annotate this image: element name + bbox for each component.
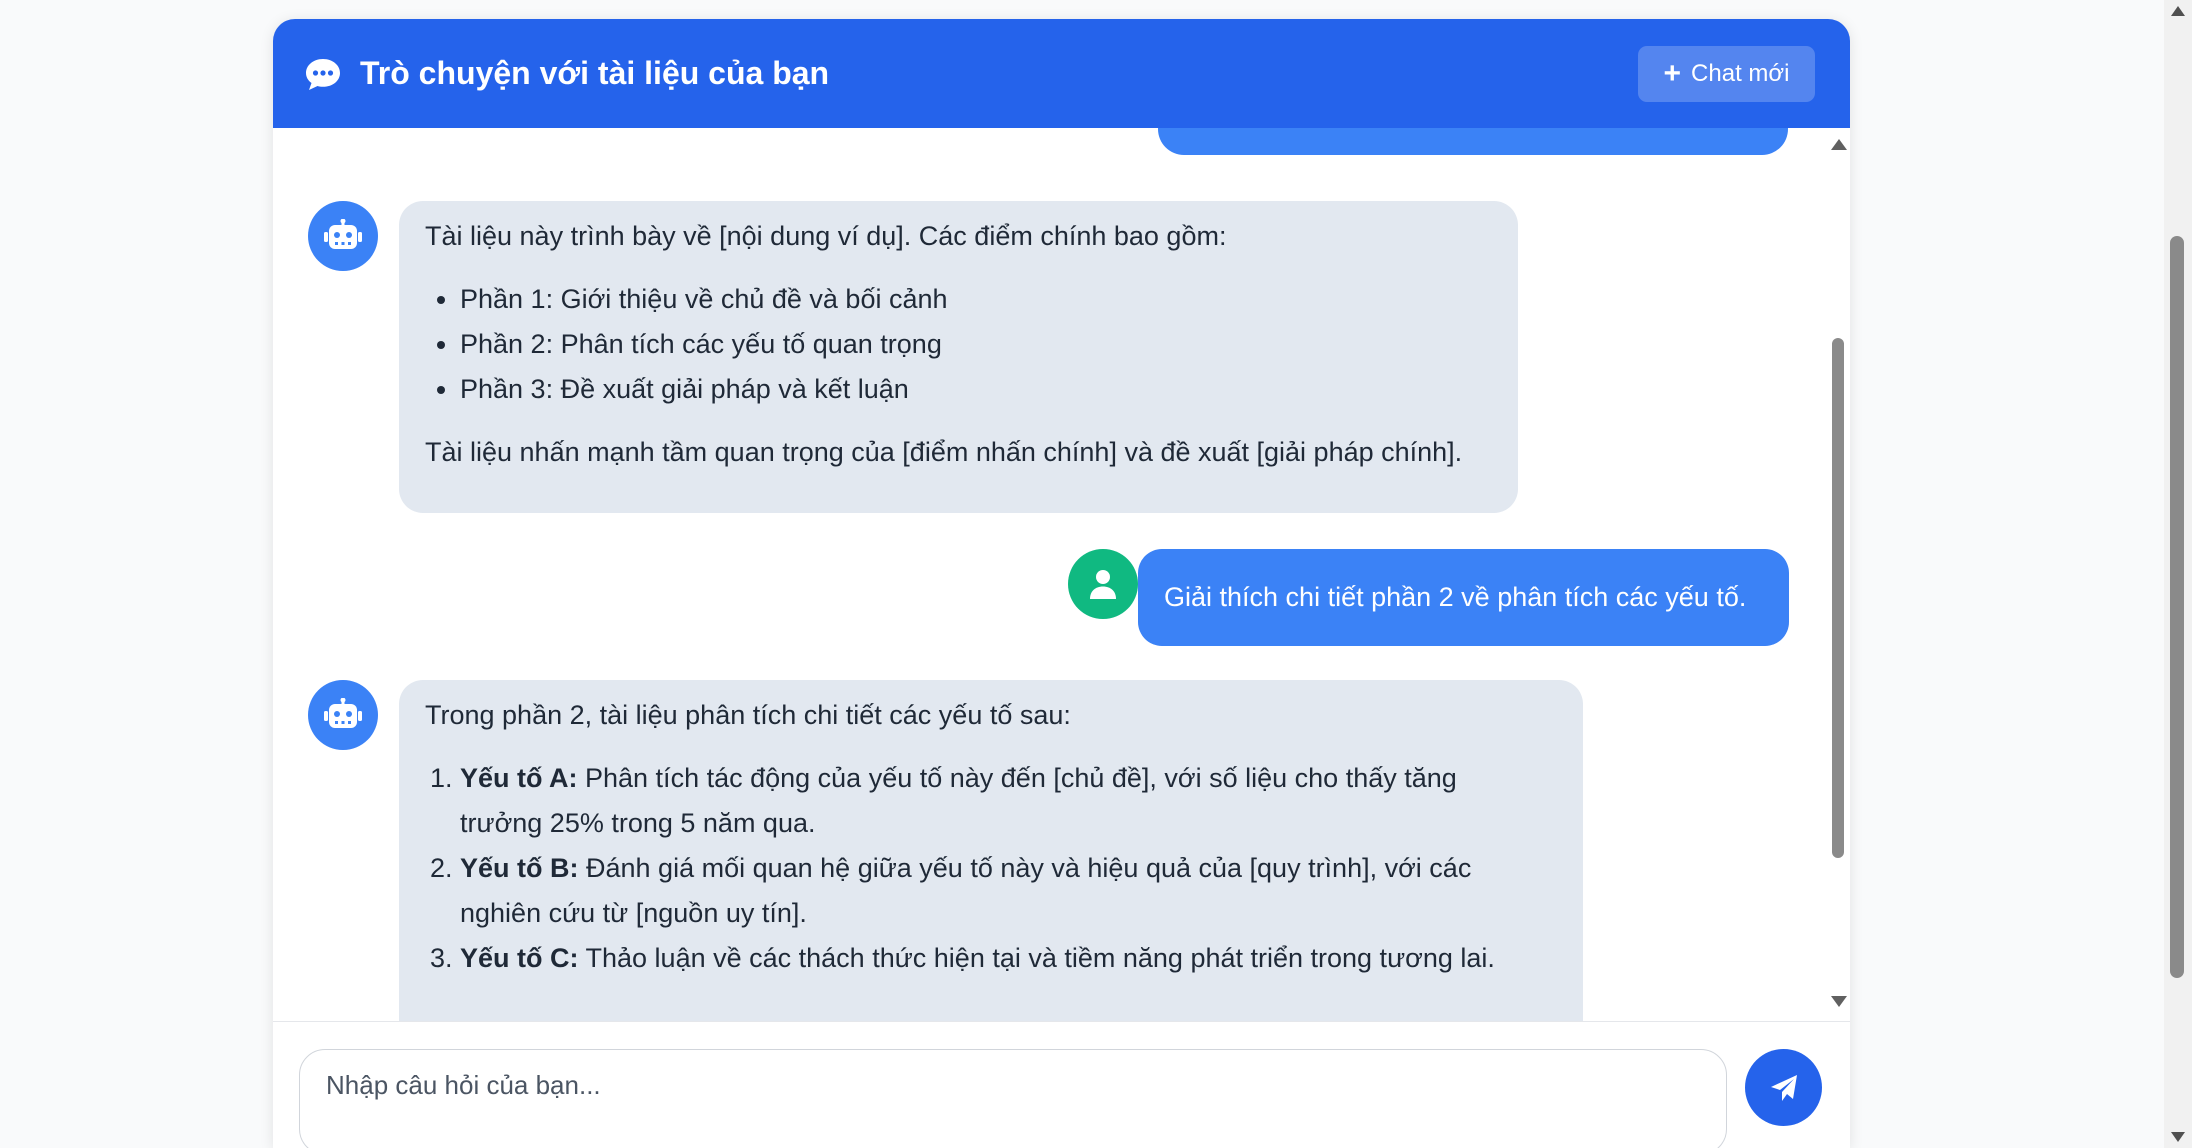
new-chat-button[interactable]: + Chat mới [1638, 46, 1815, 102]
item-text: trưởng 25% trong 5 năm qua. [460, 808, 816, 838]
message-text: Giải thích chi tiết phần 2 về phân tích … [1164, 582, 1747, 612]
robot-icon [324, 698, 362, 728]
scroll-up-arrow-icon[interactable] [2171, 6, 2185, 16]
list-item: Yếu tố C: Thảo luận về các thách thức hi… [460, 936, 1557, 981]
bot-message: Tài liệu này trình bày về [nội dung ví d… [399, 201, 1518, 513]
page-scrollbar[interactable] [2164, 0, 2192, 1148]
chat-bubble-icon [306, 59, 340, 90]
chat-header: Trò chuyện với tài liệu của bạn + Chat m… [273, 19, 1850, 128]
list-item: Phần 2: Phân tích các yếu tố quan trọng [460, 322, 1492, 367]
user-message: Giải thích chi tiết phần 2 về phân tích … [1138, 549, 1789, 646]
item-text: nghiên cứu từ [nguồn uy tín]. [460, 898, 807, 928]
message-text: Tài liệu này trình bày về [nội dung ví d… [425, 221, 1227, 251]
item-text: Phân tích tác động của yếu tố này đến [c… [577, 763, 1457, 793]
bot-avatar [308, 201, 378, 271]
item-text: Thảo luận về các thách thức hiện tại và … [578, 943, 1495, 973]
page-title: Trò chuyện với tài liệu của bạn [360, 55, 830, 91]
scroll-down-arrow-icon[interactable] [1831, 996, 1847, 1007]
list-item: Phần 1: Giới thiệu về chủ đề và bối cảnh [460, 277, 1492, 322]
list-item: Yếu tố A: Phân tích tác động của yếu tố … [460, 756, 1557, 846]
message-list: Yếu tố A: Phân tích tác động của yếu tố … [425, 756, 1557, 981]
paper-plane-icon [1770, 1074, 1797, 1101]
messages-area[interactable]: Tài liệu này trình bày về [nội dung ví d… [273, 128, 1850, 1021]
chat-container: Trò chuyện với tài liệu của bạn + Chat m… [273, 19, 1850, 1148]
bot-message: Trong phần 2, tài liệu phân tích chi tiế… [399, 680, 1583, 1021]
robot-icon [324, 219, 362, 249]
previous-user-message [1158, 128, 1788, 155]
question-input[interactable] [299, 1049, 1727, 1148]
user-icon [1090, 570, 1116, 599]
item-label: Yếu tố C: [460, 943, 579, 973]
message-list: Phần 1: Giới thiệu về chủ đề và bối cảnh… [425, 277, 1492, 412]
input-area [273, 1021, 1850, 1148]
message-text: Tài liệu nhấn mạnh tầm quan trọng của [đ… [425, 437, 1463, 467]
user-avatar [1068, 549, 1138, 619]
scroll-down-arrow-icon[interactable] [2171, 1132, 2185, 1142]
item-text: Đánh giá mối quan hệ giữa yếu tố này và … [578, 853, 1472, 883]
new-chat-label: Chat mới [1691, 60, 1790, 87]
messages-scrollbar[interactable] [1829, 128, 1847, 1021]
send-button[interactable] [1745, 1049, 1822, 1126]
list-item: Phần 3: Đề xuất giải pháp và kết luận [460, 367, 1492, 412]
scrollbar-thumb[interactable] [2170, 236, 2184, 978]
item-label: Yếu tố A: [460, 763, 578, 793]
bot-avatar [308, 680, 378, 750]
item-label: Yếu tố B: [460, 853, 579, 883]
scrollbar-thumb[interactable] [1832, 338, 1844, 858]
message-text: Trong phần 2, tài liệu phân tích chi tiế… [425, 700, 1071, 730]
plus-icon: + [1663, 57, 1682, 90]
list-item: Yếu tố B: Đánh giá mối quan hệ giữa yếu … [460, 846, 1557, 936]
scroll-up-arrow-icon[interactable] [1831, 139, 1847, 150]
